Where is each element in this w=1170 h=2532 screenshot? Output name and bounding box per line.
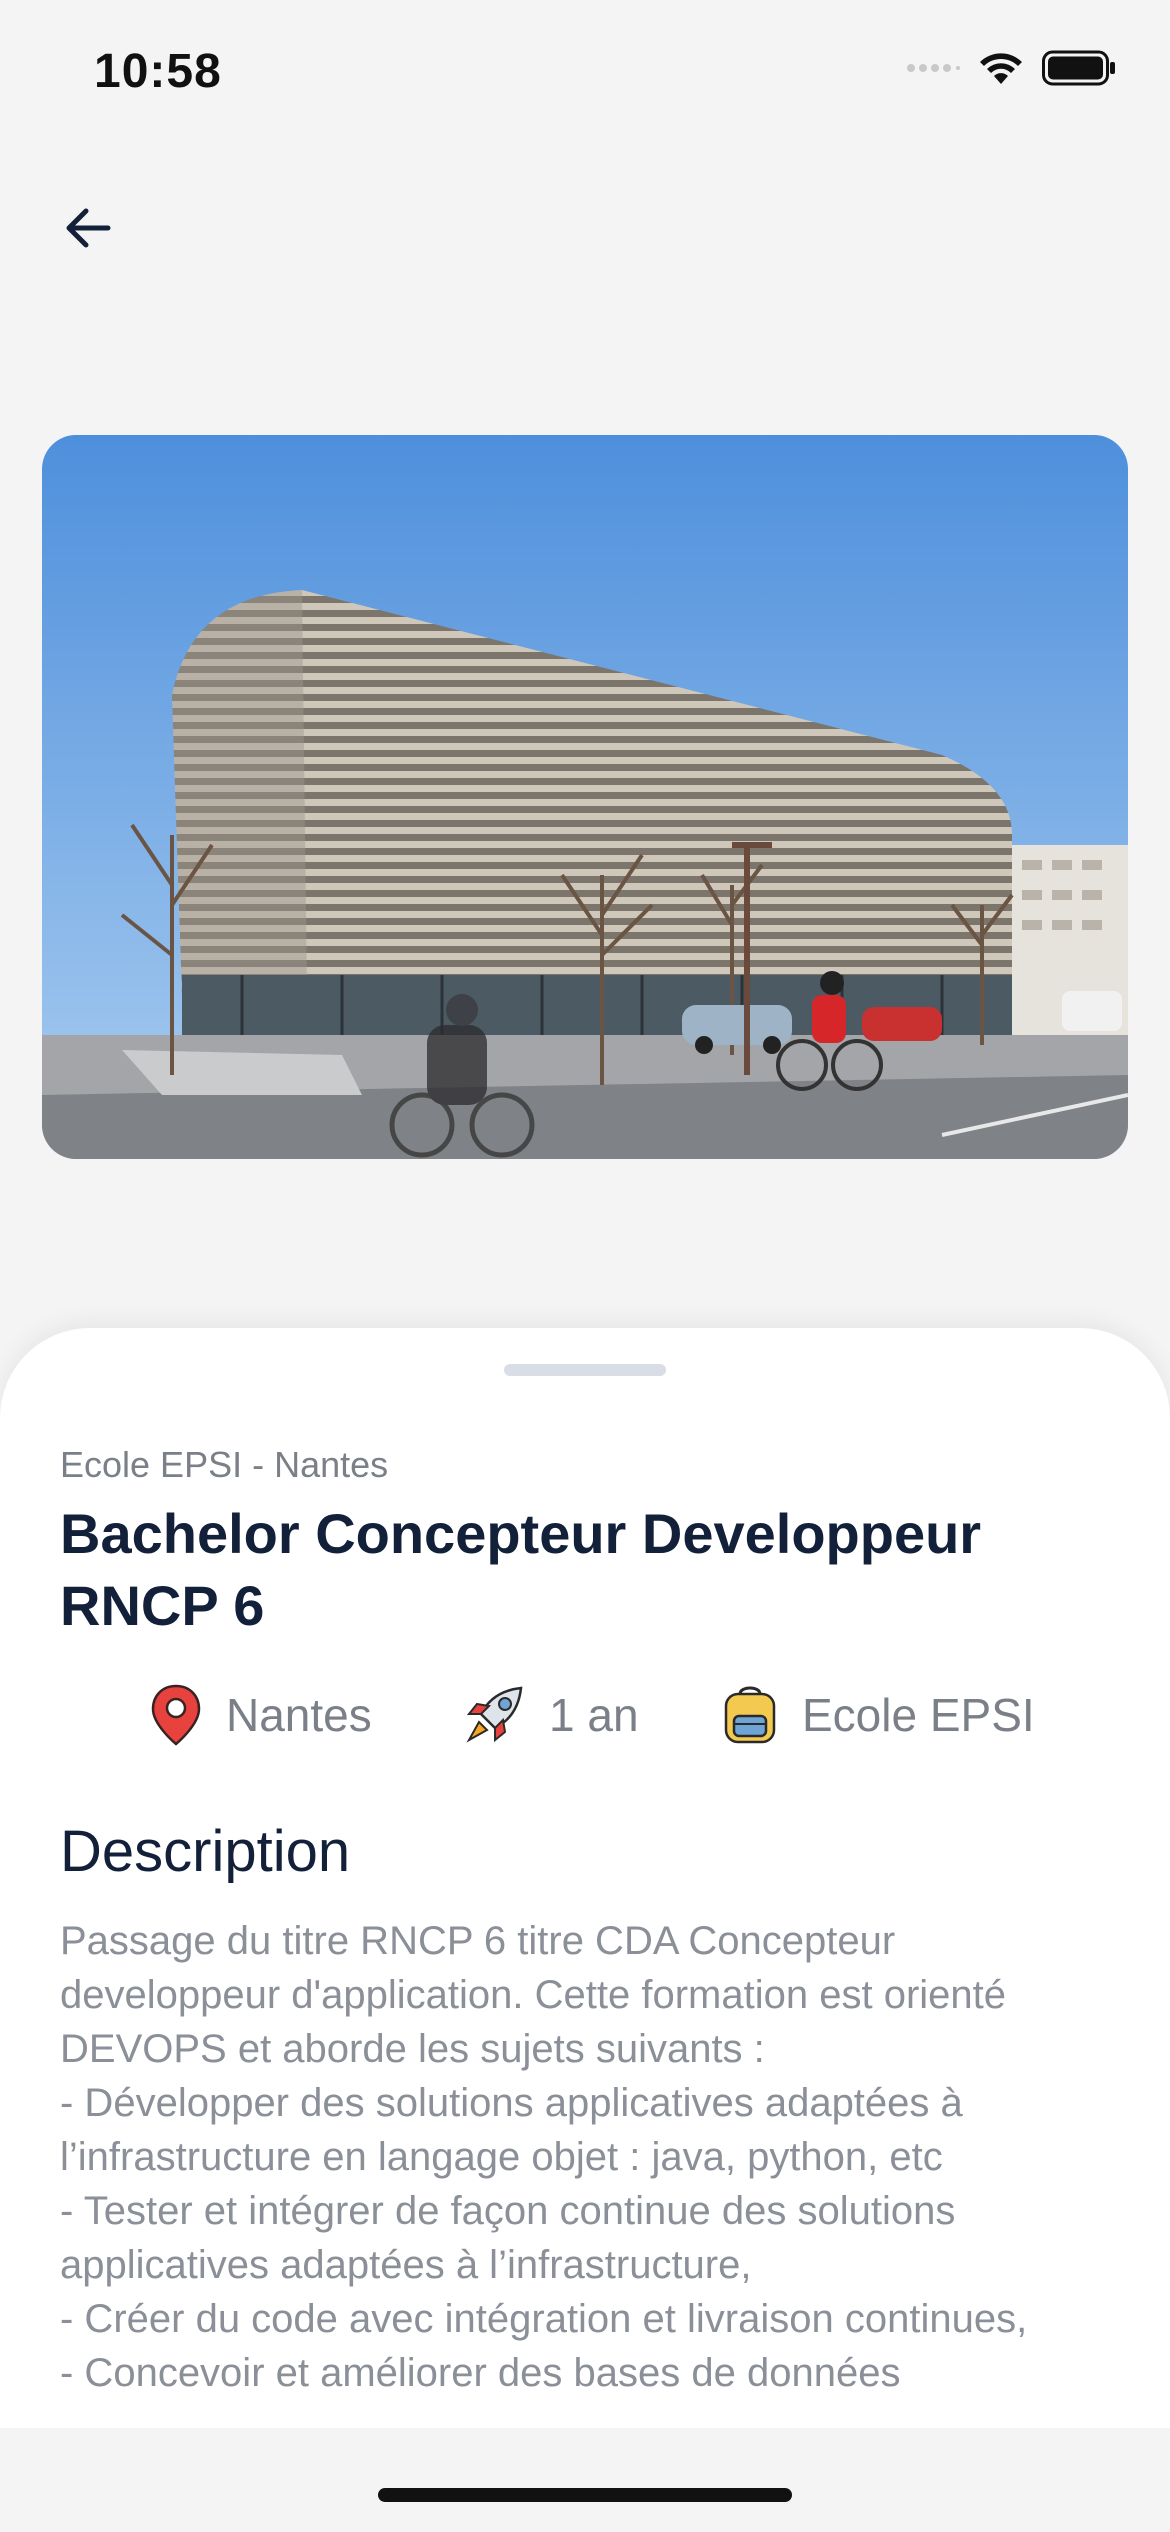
home-indicator[interactable] (378, 2488, 792, 2502)
school-label: Ecole EPSI - Nantes (60, 1444, 389, 1485)
cellular-signal-icon (907, 64, 960, 72)
location-pin-icon (151, 1684, 201, 1746)
status-bar: 10:58 (0, 0, 1170, 150)
description-text: Passage du titre RNCP 6 titre CDA Concep… (60, 1919, 1028, 2395)
status-time: 10:58 (94, 45, 222, 98)
meta-school: Ecole EPSI (722, 1684, 1035, 1746)
meta-row: Nantes 1 an Ecole EPSI (0, 1684, 1170, 1754)
battery-icon (1042, 50, 1115, 86)
sheet-drag-handle[interactable] (504, 1364, 666, 1376)
status-icons (906, 50, 1116, 86)
back-button[interactable] (52, 192, 124, 264)
details-sheet[interactable]: Ecole EPSI - Nantes Bachelor Concepteur … (0, 1328, 1170, 2428)
bottom-safe-area (0, 2428, 1170, 2532)
meta-location: Nantes (150, 1684, 372, 1746)
rocket-icon (466, 1686, 523, 1743)
formation-title: Bachelor Concepteur Developpeur RNCP 6 (60, 1502, 982, 1637)
meta-duration: 1 an (463, 1684, 639, 1746)
description-heading: Description (60, 1819, 351, 1884)
hero-image (42, 435, 1128, 1159)
meta-school-label: Ecole EPSI (802, 1689, 1035, 1741)
wifi-icon (980, 53, 1022, 84)
meta-location-label: Nantes (226, 1689, 372, 1741)
meta-duration-label: 1 an (549, 1689, 639, 1741)
backpack-icon (724, 1686, 776, 1744)
arrow-left-icon (66, 208, 111, 248)
